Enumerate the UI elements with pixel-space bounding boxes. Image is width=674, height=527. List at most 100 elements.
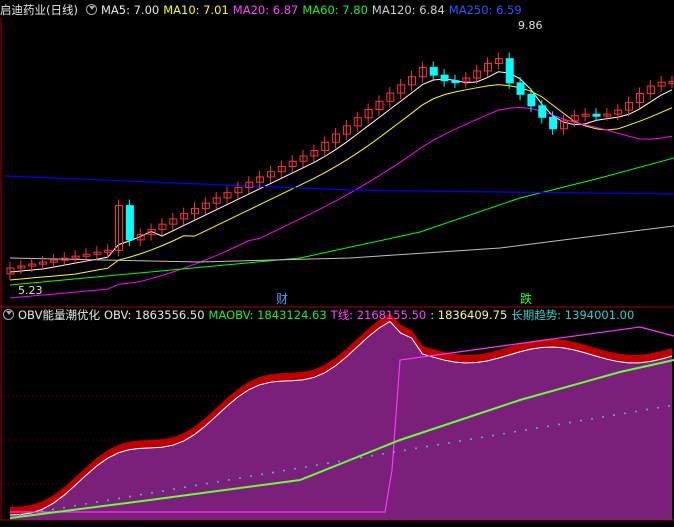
stock-title: 启迪药业(日线) — [0, 3, 78, 17]
long-term-trend-dot — [217, 480, 219, 483]
t-line-value: T线: 2168155.50 — [330, 308, 427, 322]
candle-body — [125, 205, 134, 241]
die-marker: 跌 — [520, 292, 533, 306]
chart-canvas[interactable] — [0, 0, 674, 527]
ma20-value: MA20: 6.87 — [232, 3, 299, 17]
chevron-down-icon[interactable] — [3, 309, 14, 320]
long-term-trend-dot — [349, 458, 351, 461]
t2-value: : 1836409.75 — [430, 308, 508, 322]
long-term-trend-dot — [250, 475, 252, 478]
long-term-trend-dot — [261, 473, 263, 476]
obv-fill — [10, 321, 672, 520]
long-term-trend-dot — [613, 414, 615, 417]
long-term-trend-dot — [437, 443, 439, 446]
long-term-trend-dot — [63, 506, 65, 509]
long-term-trend-dot — [327, 462, 329, 465]
moving-average-lines — [4, 71, 674, 299]
obv-indicator-title[interactable]: OBV能量潮优化 — [18, 308, 100, 322]
maobv-value: MAOBV: 1843124.63 — [208, 308, 327, 322]
candle-body — [592, 113, 601, 117]
long-term-trend-dot — [393, 451, 395, 454]
long-term-trend-dot — [448, 441, 450, 444]
high-price-label: 9.86 — [518, 19, 543, 32]
long-term-trend-dot — [646, 408, 648, 411]
long-term-trend-dot — [503, 432, 505, 435]
ma20-line — [9, 107, 673, 299]
long-term-trend-dot — [19, 514, 21, 516]
long-term-trend-dot — [426, 445, 428, 448]
ma10-value: MA10: 7.01 — [163, 3, 229, 17]
obv-value: OBV: 1863556.50 — [103, 308, 205, 322]
long-term-trend-dot — [371, 454, 373, 457]
long-term-trend-dot — [118, 497, 120, 500]
candle-body — [429, 66, 438, 76]
long-term-trend-dot — [294, 467, 296, 470]
long-term-trend-dot — [52, 508, 54, 511]
long-term-trend-dot — [492, 434, 494, 437]
long-term-trend-value: 长期趋势: 1394001.00 — [511, 308, 635, 322]
long-term-trend-dot — [316, 464, 318, 467]
long-term-trend-dot — [569, 421, 571, 424]
long-term-trend-dot — [195, 484, 197, 487]
ma120-value: MA120: 6.84 — [371, 3, 445, 17]
long-term-trend-dot — [415, 447, 417, 450]
long-term-trend-dot — [459, 440, 461, 442]
long-term-trend-dot — [591, 417, 593, 420]
long-term-trend-dot — [184, 486, 186, 489]
ma5-value: MA5: 7.00 — [100, 3, 160, 17]
long-term-trend-dot — [338, 460, 340, 463]
candle-body — [505, 58, 514, 84]
long-term-trend-dot — [272, 471, 274, 474]
long-term-trend-dot — [129, 495, 131, 498]
long-term-trend-dot — [151, 491, 153, 494]
obv-area-chart — [9, 313, 674, 520]
long-term-trend-dot — [173, 488, 175, 491]
ma60-line — [9, 157, 674, 286]
long-term-trend-dot — [162, 489, 164, 492]
long-term-trend-dot — [668, 404, 670, 407]
ma120-line — [9, 225, 674, 263]
long-term-trend-dot — [514, 430, 516, 433]
long-term-trend-dot — [85, 502, 87, 505]
long-term-trend-dot — [140, 493, 142, 496]
long-term-trend-dot — [107, 499, 109, 502]
candlestick-series[interactable] — [6, 52, 674, 280]
long-term-trend-dot — [305, 465, 307, 468]
candle-body — [451, 80, 460, 84]
long-term-trend-dot — [470, 438, 472, 441]
long-term-trend-dot — [382, 452, 384, 455]
long-term-trend-dot — [624, 412, 626, 415]
long-term-trend-dot — [30, 512, 32, 515]
long-term-trend-dot — [635, 410, 637, 413]
low-price-label: 5.23 — [18, 284, 43, 297]
candle-body — [538, 105, 547, 118]
long-term-trend-dot — [602, 415, 604, 418]
long-term-trend-dot — [239, 477, 241, 479]
candle-body — [440, 74, 449, 82]
long-term-trend-dot — [481, 436, 483, 439]
long-term-trend-dot — [547, 425, 549, 428]
long-term-trend-dot — [657, 406, 659, 409]
long-term-trend-dot — [404, 449, 406, 452]
ma60-value: MA60: 7.80 — [302, 3, 368, 17]
chevron-down-icon[interactable] — [85, 4, 97, 15]
ma250-value: MA250: 6.59 — [448, 3, 522, 17]
candle-body — [516, 82, 525, 95]
long-term-trend-dot — [360, 456, 362, 459]
long-term-trend-dot — [525, 428, 527, 431]
long-term-trend-dot — [96, 501, 98, 504]
long-term-trend-dot — [228, 478, 230, 481]
main-chart-header: 启迪药业(日线) MA5: 7.00 MA10: 7.01 MA20: 6.87 MA6… — [0, 1, 526, 19]
long-term-trend-dot — [206, 482, 208, 485]
long-term-trend-dot — [74, 504, 76, 507]
stock-chart-window: 启迪药业(日线) MA5: 7.00 MA10: 7.01 MA20: 6.87 MA6… — [0, 0, 674, 527]
candle-body — [527, 93, 536, 107]
long-term-trend-dot — [41, 510, 43, 513]
long-term-trend-dot — [558, 423, 560, 426]
long-term-trend-dot — [580, 419, 582, 422]
obv-indicator-header: OBV能量潮优化 OBV: 1863556.50 MAOBV: 1843124.63… — [0, 306, 638, 324]
long-term-trend-dot — [283, 469, 285, 472]
long-term-trend-dot — [536, 427, 538, 430]
ma5-line — [9, 71, 673, 273]
cai-marker: 财 — [276, 292, 289, 306]
